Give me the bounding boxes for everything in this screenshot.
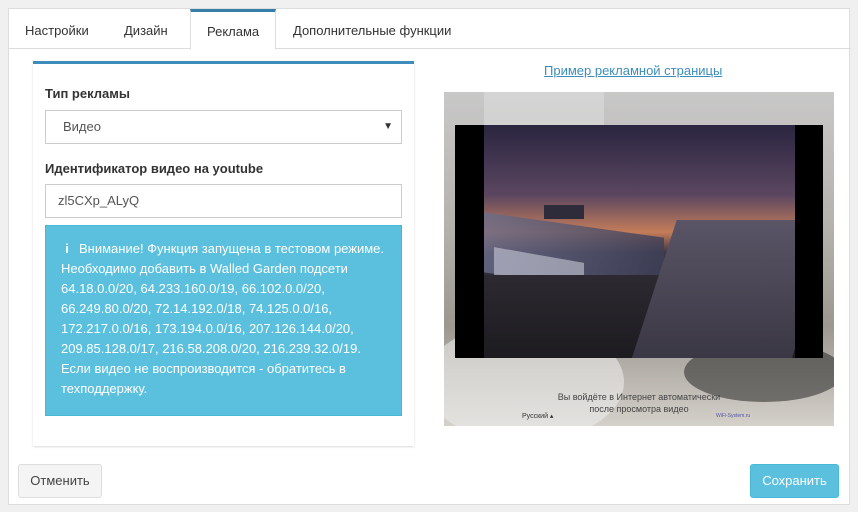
caret-down-icon: ▼ <box>383 121 393 132</box>
alert-line: Необходимо добавить в Walled Garden подс… <box>61 261 348 276</box>
preview-brand: WiFi-System.ru <box>716 413 751 419</box>
preview-language-selector: Русский ▴ <box>522 413 554 420</box>
cancel-button[interactable]: Отменить <box>18 464 102 498</box>
video-id-input[interactable]: zl5CXp_ALyQ <box>45 184 402 218</box>
tab-settings[interactable]: Настройки <box>9 9 105 49</box>
ad-settings-panel: Тип рекламы Видео ▼ Идентификатор видео … <box>33 61 414 446</box>
alert-line: техподдержку. <box>61 381 148 396</box>
tab-extra-functions[interactable]: Дополнительные функции <box>277 9 467 49</box>
alert-line: 172.217.0.0/16, 173.194.0.0/16, 207.126.… <box>61 321 354 336</box>
settings-window: Настройки Дизайн Реклама Дополнительные … <box>8 8 851 505</box>
video-id-label: Идентификатор видео на youtube <box>45 161 264 176</box>
info-icon: i <box>65 241 69 256</box>
ad-type-label: Тип рекламы <box>45 86 130 101</box>
tab-design[interactable]: Дизайн <box>108 9 184 49</box>
preview-caption-line2: после просмотра видео <box>589 404 689 414</box>
video-scene-city <box>544 205 584 219</box>
example-ad-page-link[interactable]: Пример рекламной страницы <box>544 63 722 78</box>
alert-line: 66.249.80.0/20, 72.14.192.0/18, 74.125.0… <box>61 301 333 316</box>
alert-line: Если видео не воспроизводится - обратите… <box>61 361 346 376</box>
video-player[interactable] <box>455 125 823 358</box>
tab-bar: Настройки Дизайн Реклама Дополнительные … <box>9 9 851 50</box>
ad-type-select[interactable]: Видео ▼ <box>45 110 402 144</box>
tab-advertising[interactable]: Реклама <box>190 9 277 50</box>
alert-line: i Внимание! Функция запущена в тестовом р… <box>61 239 387 259</box>
video-frame <box>484 125 795 358</box>
preview-caption-line1: Вы войдёте в Интернет автоматически <box>557 392 721 402</box>
save-button[interactable]: Сохранить <box>750 464 839 498</box>
test-mode-alert: i Внимание! Функция запущена в тестовом р… <box>45 225 402 416</box>
alert-line: 64.18.0.0/20, 64.233.160.0/19, 66.102.0.… <box>61 281 325 296</box>
ad-page-preview: Вы войдёте в Интернет автоматически посл… <box>444 92 834 426</box>
ad-type-value: Видео <box>63 119 101 134</box>
alert-line: 209.85.128.0/17, 216.58.208.0/20, 216.23… <box>61 341 361 356</box>
